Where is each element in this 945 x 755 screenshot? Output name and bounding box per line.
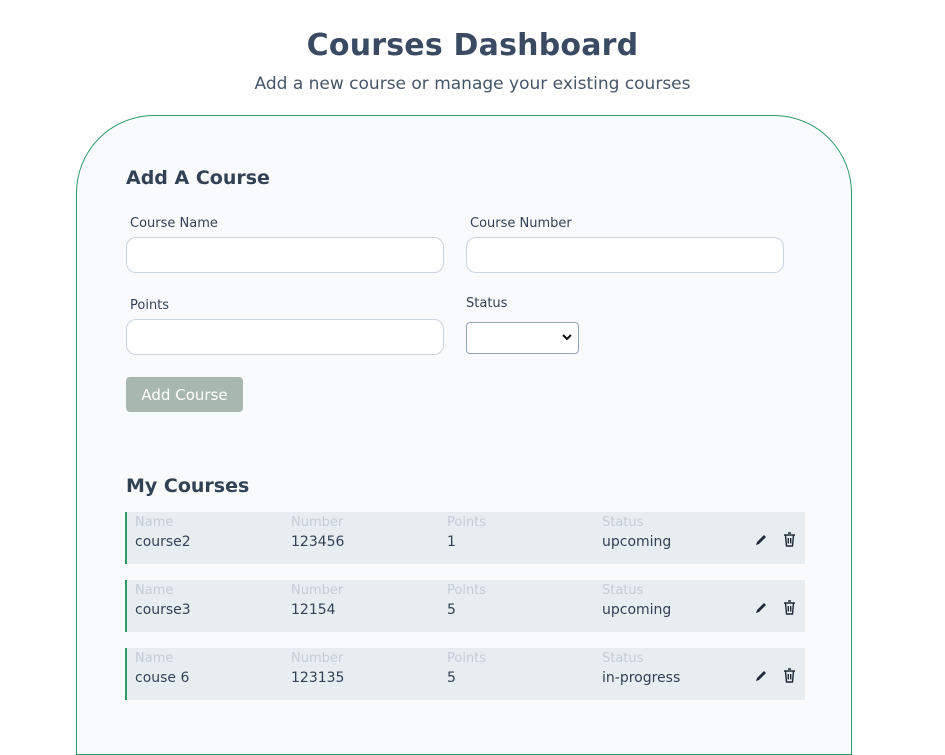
edit-icon[interactable] [754,533,768,547]
my-courses-heading: My Courses [126,475,250,497]
number-column-label: Number [291,583,344,598]
points-label: Points [130,298,170,313]
points-input[interactable] [126,319,444,355]
edit-icon[interactable] [754,601,768,615]
points-column-label: Points [447,515,487,530]
course-number: 123135 [291,670,345,686]
course-number-label: Course Number [470,216,572,231]
name-column-label: Name [135,651,174,666]
trash-icon[interactable] [783,668,796,683]
points-column-label: Points [447,583,487,598]
course-points: 1 [447,534,456,550]
course-name: course2 [135,534,191,550]
status-column-label: Status [602,583,644,598]
add-course-heading: Add A Course [126,167,270,189]
status-label: Status [466,296,508,311]
name-column-label: Name [135,583,174,598]
course-number: 12154 [291,602,336,618]
course-name: couse 6 [135,670,190,686]
points-column-label: Points [447,651,487,666]
course-name-input[interactable] [126,237,444,273]
status-column-label: Status [602,651,644,666]
status-select[interactable] [466,322,579,354]
course-row: Name couse 6 Number 123135 Points 5 Stat… [125,648,805,700]
course-number: 123456 [291,534,345,550]
name-column-label: Name [135,515,174,530]
course-points: 5 [447,670,456,686]
page-subtitle: Add a new course or manage your existing… [254,74,691,94]
number-column-label: Number [291,651,344,666]
add-course-button[interactable]: Add Course [126,377,243,412]
chevron-down-icon [562,334,572,341]
course-status: in-progress [602,670,681,686]
course-name: course3 [135,602,191,618]
course-name-label: Course Name [130,216,218,231]
course-number-input[interactable] [466,237,784,273]
status-column-label: Status [602,515,644,530]
courses-card: Add A Course Course Name Course Number P… [76,115,852,755]
trash-icon[interactable] [783,532,796,547]
course-status: upcoming [602,534,672,550]
number-column-label: Number [291,515,344,530]
edit-icon[interactable] [754,669,768,683]
course-status: upcoming [602,602,672,618]
trash-icon[interactable] [783,600,796,615]
course-row: Name course2 Number 123456 Points 1 Stat… [125,512,805,564]
page-title: Courses Dashboard [306,28,639,63]
course-points: 5 [447,602,456,618]
course-row: Name course3 Number 12154 Points 5 Statu… [125,580,805,632]
